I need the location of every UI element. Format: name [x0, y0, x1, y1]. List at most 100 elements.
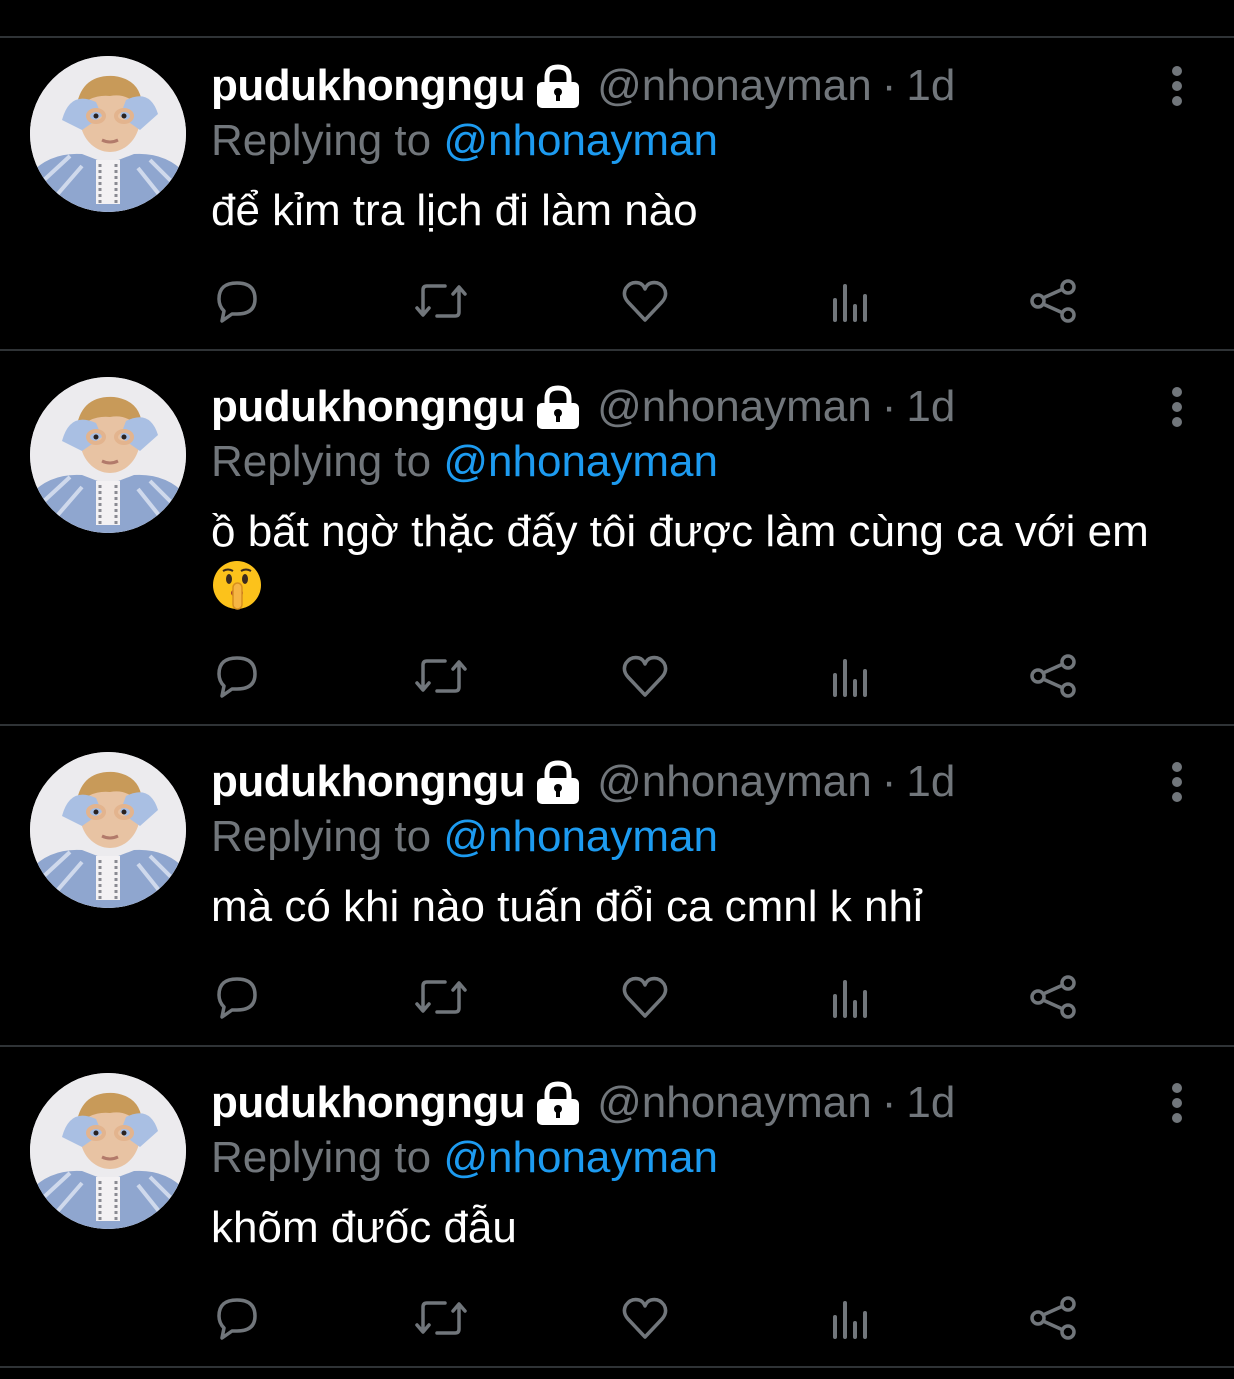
heart-icon	[621, 653, 669, 699]
share-button[interactable]	[1028, 1293, 1078, 1343]
tweet[interactable]: pudukhongngu @nhonayman · 1d Replying to…	[0, 377, 1234, 725]
replying-to-handle[interactable]: @nhonayman	[443, 437, 718, 486]
heart-icon	[621, 1295, 669, 1341]
reply-icon	[214, 653, 260, 699]
retweet-icon	[415, 974, 467, 1020]
share-icon	[1028, 278, 1078, 324]
replying-to-handle[interactable]: @nhonayman	[443, 812, 718, 861]
more-vertical-icon[interactable]	[1166, 66, 1188, 106]
replying-to-label: Replying to	[211, 812, 432, 861]
separator-dot: ·	[881, 382, 897, 431]
analytics-button[interactable]	[824, 1293, 874, 1343]
tweet-text-content: mà có khi nào tuấn đổi ca cmnl k nhỉ	[211, 882, 923, 931]
handle[interactable]: @nhonayman	[597, 1078, 872, 1128]
separator-dot: ·	[881, 1078, 897, 1127]
display-name[interactable]: pudukhongngu	[211, 1078, 526, 1128]
action-bar	[0, 651, 1234, 701]
reply-icon	[214, 974, 260, 1020]
tweet-text: mà có khi nào tuấn đổi ca cmnl k nhỉ	[211, 880, 1201, 934]
display-name[interactable]: pudukhongngu	[211, 757, 526, 807]
reply-icon	[214, 1295, 260, 1341]
more-vertical-icon[interactable]	[1166, 387, 1188, 427]
tweet-divider	[0, 724, 1234, 726]
retweet-icon	[415, 1295, 467, 1341]
more-vertical-icon[interactable]	[1166, 1083, 1188, 1123]
share-icon	[1028, 974, 1078, 1020]
tweet-header: pudukhongngu @nhonayman · 1d	[211, 755, 955, 809]
reply-button[interactable]	[212, 651, 262, 701]
tweet-text-content: để kỉm tra lịch đi làm nào	[211, 186, 698, 235]
like-button[interactable]	[620, 972, 670, 1022]
tweet[interactable]: pudukhongngu @nhonayman · 1d Replying to…	[0, 752, 1234, 1046]
tweet-text: khõm đưốc đẫu	[211, 1201, 1201, 1255]
reply-button[interactable]	[212, 276, 262, 326]
analytics-button[interactable]	[824, 651, 874, 701]
tweet-text-content: ồ bất ngờ thặc đấy tôi được làm cùng ca …	[211, 507, 1149, 556]
analytics-button[interactable]	[824, 972, 874, 1022]
share-icon	[1028, 1295, 1078, 1341]
retweet-button[interactable]	[415, 651, 467, 701]
lock-icon	[535, 385, 581, 429]
tweet[interactable]: pudukhongngu @nhonayman · 1d Replying to…	[0, 56, 1234, 350]
analytics-icon	[826, 278, 872, 324]
feed-bottom-divider	[0, 1366, 1234, 1368]
handle[interactable]: @nhonayman	[597, 61, 872, 111]
avatar[interactable]	[30, 56, 186, 212]
tweet-divider	[0, 349, 1234, 351]
timestamp[interactable]: 1d	[906, 757, 955, 807]
tweet-header: pudukhongngu @nhonayman · 1d	[211, 59, 955, 113]
lock-icon	[535, 760, 581, 804]
lock-icon	[535, 1081, 581, 1125]
retweet-icon	[415, 278, 467, 324]
like-button[interactable]	[620, 276, 670, 326]
retweet-button[interactable]	[415, 972, 467, 1022]
more-vertical-icon[interactable]	[1166, 762, 1188, 802]
reply-feed: pudukhongngu @nhonayman · 1d Replying to…	[0, 0, 1234, 1379]
share-icon	[1028, 653, 1078, 699]
action-bar	[0, 276, 1234, 326]
heart-icon	[621, 974, 669, 1020]
replying-to-handle[interactable]: @nhonayman	[443, 116, 718, 165]
share-button[interactable]	[1028, 651, 1078, 701]
reply-icon	[214, 278, 260, 324]
reply-button[interactable]	[212, 1293, 262, 1343]
tweet-text-content: khõm đưốc đẫu	[211, 1203, 517, 1252]
avatar[interactable]	[30, 1073, 186, 1229]
tweet-header: pudukhongngu @nhonayman · 1d	[211, 1076, 955, 1130]
timestamp[interactable]: 1d	[906, 1078, 955, 1128]
replying-to: Replying to @nhonayman	[211, 1133, 718, 1183]
tweet-text: để kỉm tra lịch đi làm nào	[211, 184, 1201, 238]
share-button[interactable]	[1028, 276, 1078, 326]
action-bar	[0, 972, 1234, 1022]
avatar[interactable]	[30, 377, 186, 533]
replying-to-label: Replying to	[211, 1133, 432, 1182]
timestamp[interactable]: 1d	[906, 61, 955, 111]
tweet[interactable]: pudukhongngu @nhonayman · 1d Replying to…	[0, 1073, 1234, 1367]
shushing-face-emoji	[211, 559, 263, 611]
avatar[interactable]	[30, 752, 186, 908]
analytics-button[interactable]	[824, 276, 874, 326]
analytics-icon	[826, 1295, 872, 1341]
handle[interactable]: @nhonayman	[597, 757, 872, 807]
replying-to: Replying to @nhonayman	[211, 116, 718, 166]
handle[interactable]: @nhonayman	[597, 382, 872, 432]
retweet-button[interactable]	[415, 276, 467, 326]
tweet-divider	[0, 1045, 1234, 1047]
replying-to-label: Replying to	[211, 437, 432, 486]
like-button[interactable]	[620, 1293, 670, 1343]
reply-button[interactable]	[212, 972, 262, 1022]
replying-to-label: Replying to	[211, 116, 432, 165]
display-name[interactable]: pudukhongngu	[211, 382, 526, 432]
replying-to: Replying to @nhonayman	[211, 437, 718, 487]
separator-dot: ·	[881, 757, 897, 806]
tweet-text: ồ bất ngờ thặc đấy tôi được làm cùng ca …	[211, 505, 1201, 614]
action-bar	[0, 1293, 1234, 1343]
display-name[interactable]: pudukhongngu	[211, 61, 526, 111]
replying-to-handle[interactable]: @nhonayman	[443, 1133, 718, 1182]
tweet-header: pudukhongngu @nhonayman · 1d	[211, 380, 955, 434]
timestamp[interactable]: 1d	[906, 382, 955, 432]
retweet-button[interactable]	[415, 1293, 467, 1343]
feed-top-divider	[0, 36, 1234, 38]
share-button[interactable]	[1028, 972, 1078, 1022]
like-button[interactable]	[620, 651, 670, 701]
